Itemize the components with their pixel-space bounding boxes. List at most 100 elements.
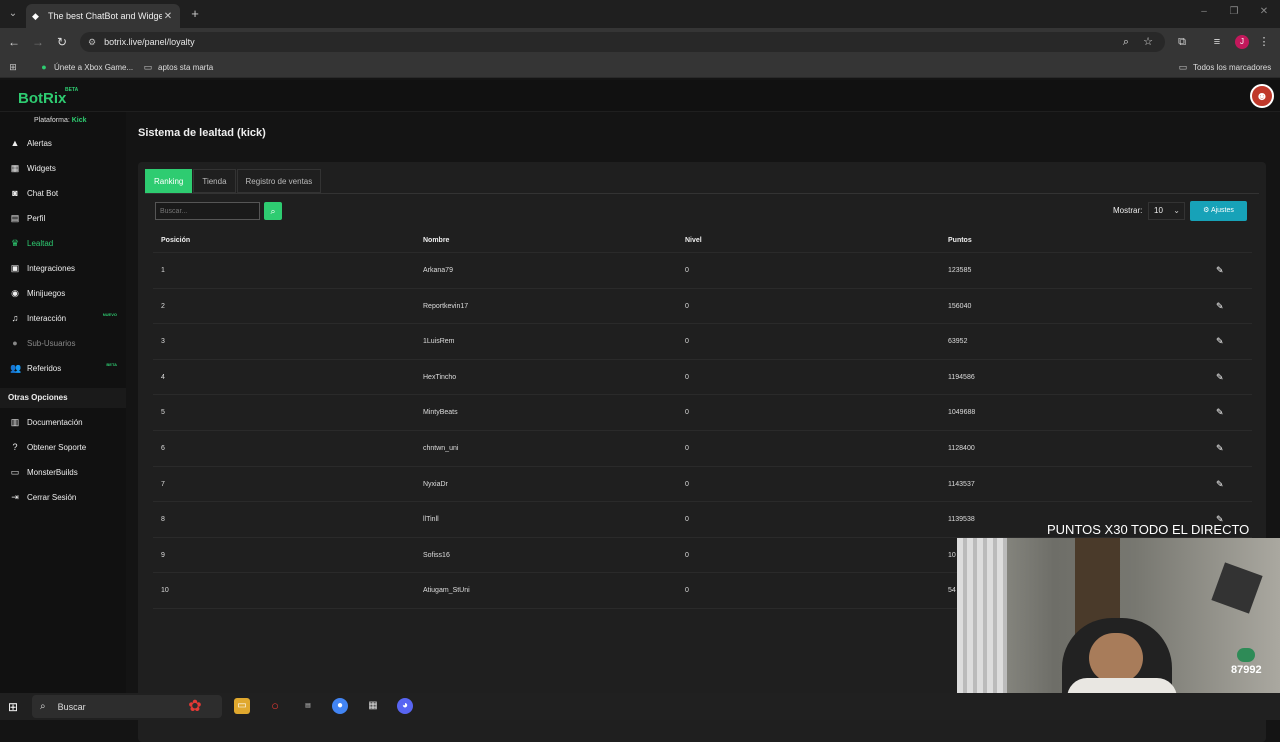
bookmark-folder-aptos[interactable]: ▭ aptos sta marta <box>142 60 213 74</box>
page-size-value: 10 <box>1154 206 1163 215</box>
reload-icon[interactable]: ↻ <box>55 35 69 49</box>
sidebar-item-chatbot[interactable]: ◙ Chat Bot <box>0 183 126 203</box>
cell-nivel: 0 <box>685 302 689 310</box>
media-control-icon[interactable]: ≡ <box>1210 35 1224 49</box>
zoom-icon[interactable]: ⌕ <box>1119 35 1133 49</box>
overlay-points: 87992 <box>1231 664 1262 676</box>
layout-icon: ▦ <box>10 163 20 173</box>
edit-icon[interactable]: ✎ <box>1216 479 1224 490</box>
tab-tienda[interactable]: Tienda <box>193 169 236 193</box>
close-tab-icon[interactable]: ✕ <box>162 11 174 22</box>
table-row: 7 NyxiaDr 0 1143537 ✎ <box>153 467 1252 503</box>
header-posicion[interactable]: Posición <box>161 237 190 244</box>
xbox-icon: ● <box>41 62 47 72</box>
cell-nombre: Sofiss16 <box>423 551 450 559</box>
sidebar-item-perfil[interactable]: ▤ Perfil <box>0 208 126 228</box>
minimize-icon[interactable]: – <box>1197 6 1211 17</box>
tab-registro-ventas[interactable]: Registro de ventas <box>236 169 322 193</box>
chevron-down-icon: ⌄ <box>1173 206 1180 215</box>
search-input[interactable] <box>155 202 260 220</box>
sidebar-item-lealtad[interactable]: ♛ Lealtad <box>0 233 126 253</box>
header-puntos[interactable]: Puntos <box>948 237 972 244</box>
sidebar-item-documentacion[interactable]: ▥ Documentación <box>0 412 126 432</box>
tabs-divider <box>145 193 1259 194</box>
extensions-icon[interactable]: ⧉ <box>1175 35 1189 49</box>
cell-puntos: 54 <box>948 587 956 595</box>
file-explorer-icon[interactable]: ▭ <box>234 698 250 714</box>
sidebar-item-sub-usuarios[interactable]: ● Sub-Usuarios <box>0 333 126 353</box>
sidebar-item-interaccion[interactable]: ♫ Interacción NUEVO <box>0 308 126 328</box>
address-bar[interactable]: ⚙ botrix.live/panel/loyalty <box>80 32 1165 52</box>
restore-icon[interactable]: ❐ <box>1227 6 1241 17</box>
settings-button[interactable]: ⚙ Ajustes <box>1190 201 1247 221</box>
sidebar-item-label: Widgets <box>27 163 56 173</box>
platform-indicator: Plataforma: Kick <box>34 117 87 124</box>
url-text: botrix.live/panel/loyalty <box>104 37 195 47</box>
cell-nivel: 0 <box>685 409 689 417</box>
table-row: 5 MintyBeats 0 1049688 ✎ <box>153 395 1252 431</box>
cell-nivel: 0 <box>685 551 689 559</box>
browser-tab-bar: ⌄ ◆ The best ChatBot and Widgets ✕ + – ❐… <box>0 0 1280 28</box>
sidebar-item-cerrar-sesion[interactable]: ⇥ Cerrar Sesión <box>0 487 126 507</box>
sidebar-item-label: MonsterBuilds <box>27 467 78 477</box>
botrix-logo[interactable]: BotRix <box>18 90 66 107</box>
sidebar-item-widgets[interactable]: ▦ Widgets <box>0 158 126 178</box>
back-icon[interactable]: ← <box>7 35 21 49</box>
page-size-select[interactable]: 10 ⌄ <box>1148 202 1185 220</box>
browser-tab[interactable]: ◆ The best ChatBot and Widgets ✕ <box>26 4 180 28</box>
lightshot-icon[interactable]: ▤ <box>300 698 316 714</box>
folder-icon: ▭ <box>1178 62 1188 72</box>
table-row: 2 Reportkevin17 0 156040 ✎ <box>153 289 1252 325</box>
cell-posicion: 10 <box>161 587 169 595</box>
new-tab-button[interactable]: + <box>188 6 202 22</box>
sidebar-item-label: Minijuegos <box>27 288 66 298</box>
edit-icon[interactable]: ✎ <box>1216 301 1224 312</box>
edit-icon[interactable]: ✎ <box>1216 372 1224 383</box>
opera-icon[interactable]: ○ <box>267 698 283 714</box>
other-options-title: Otras Opciones <box>0 388 126 408</box>
tab-search-chevron-icon[interactable]: ⌄ <box>5 6 21 22</box>
edit-icon[interactable]: ✎ <box>1216 443 1224 454</box>
cell-nombre: HexTincho <box>423 373 457 381</box>
calculator-icon[interactable]: ▦ <box>365 698 381 714</box>
cell-nivel: 0 <box>685 338 689 346</box>
bookmark-star-icon[interactable]: ☆ <box>1141 35 1155 49</box>
show-label: Mostrar: <box>1113 206 1143 215</box>
user-avatar[interactable]: ☻ <box>1250 84 1274 108</box>
tab-ranking[interactable]: Ranking <box>145 169 193 193</box>
webcam-person-face <box>1089 633 1143 683</box>
sidebar-item-soporte[interactable]: ? Obtener Soporte <box>0 437 126 457</box>
all-bookmarks-label: Todos los marcadores <box>1193 62 1272 72</box>
loyalty-tabs: Ranking Tienda Registro de ventas <box>145 169 322 193</box>
search-button[interactable]: ⌕ <box>264 202 282 220</box>
cell-posicion: 3 <box>161 338 165 346</box>
sidebar-item-alertas[interactable]: ▲ Alertas <box>0 133 126 153</box>
apps-grid-icon[interactable]: ⊞ <box>7 60 23 74</box>
cell-nivel: 0 <box>685 444 689 452</box>
all-bookmarks-folder[interactable]: ▭ Todos los marcadores <box>1177 60 1272 74</box>
platform-label: Plataforma: <box>34 117 70 124</box>
discord-icon[interactable]: ◕ <box>397 698 413 714</box>
sidebar-item-monsterbuilds[interactable]: ▭ MonsterBuilds <box>0 462 126 482</box>
profile-avatar[interactable]: J <box>1235 35 1249 49</box>
site-info-icon[interactable]: ⚙ <box>88 37 96 48</box>
forward-icon[interactable]: → <box>31 35 45 49</box>
windows-start-icon[interactable]: ⊞ <box>8 700 22 714</box>
sidebar-item-integraciones[interactable]: ▣ Integraciones <box>0 258 126 278</box>
edit-icon[interactable]: ✎ <box>1216 407 1224 418</box>
sidebar-item-label: Sub-Usuarios <box>27 338 76 348</box>
bookmark-xbox[interactable]: ● Únete a Xbox Game... <box>38 60 133 74</box>
window-close-icon[interactable]: ✕ <box>1257 6 1271 17</box>
help-icon: ? <box>12 442 18 452</box>
table-row: 3 1LuisRem 0 63952 ✎ <box>153 324 1252 360</box>
sidebar-item-label: Perfil <box>27 213 46 223</box>
cell-nombre: Atiugam_StUni <box>423 587 470 595</box>
sidebar-item-minijuegos[interactable]: ◉ Minijuegos <box>0 283 126 303</box>
edit-icon[interactable]: ✎ <box>1216 336 1224 347</box>
header-nivel[interactable]: Nivel <box>685 237 702 244</box>
edit-icon[interactable]: ✎ <box>1216 265 1224 276</box>
chrome-icon[interactable]: ● <box>332 698 348 714</box>
header-nombre[interactable]: Nombre <box>423 237 449 244</box>
browser-menu-icon[interactable]: ⋮ <box>1257 35 1271 49</box>
sidebar-item-referidos[interactable]: 👥 Referidos BETA <box>0 358 126 378</box>
